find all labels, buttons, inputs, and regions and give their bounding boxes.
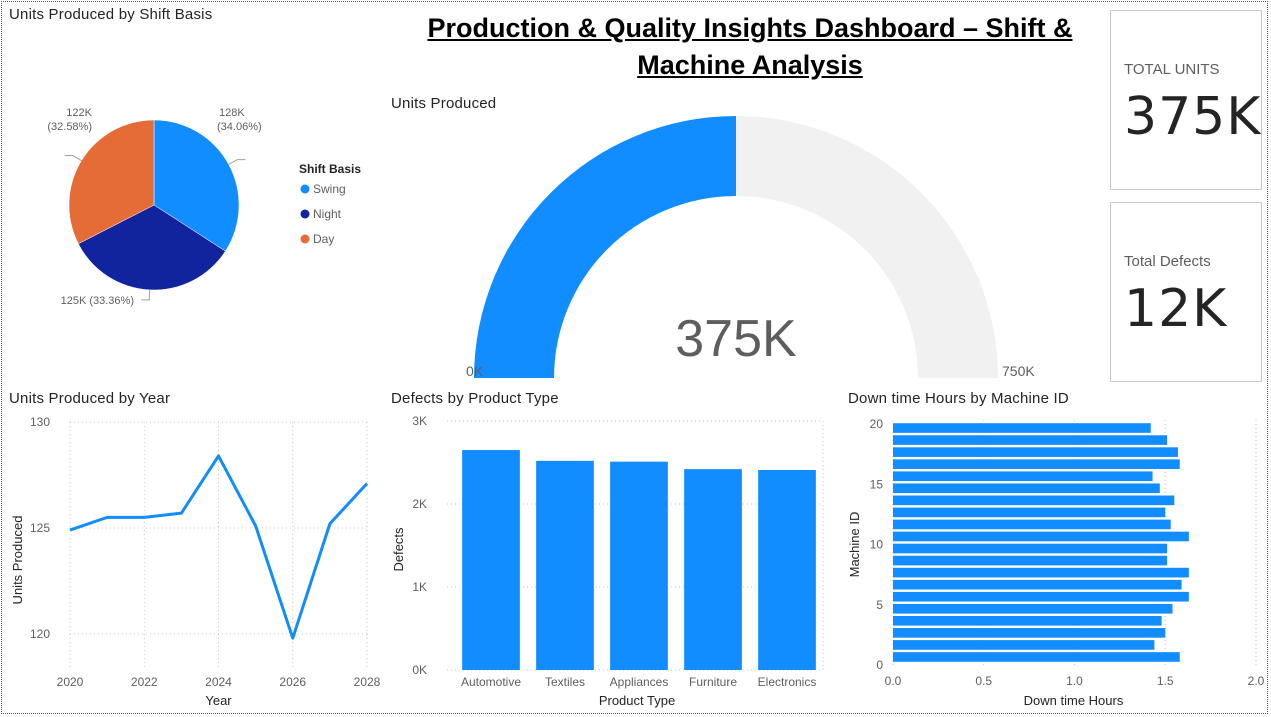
hbar-y-tick-label: 20: [870, 417, 884, 431]
line-y-tick-label: 125: [30, 521, 50, 535]
bar-textiles: [536, 460, 594, 670]
gauge-chart[interactable]: 375K 0K 750K: [440, 110, 1060, 385]
line-chart-title: Units Produced by Year: [9, 390, 171, 407]
hbar-machine-15: [893, 483, 1160, 494]
pie-legend-item-swing: Swing: [313, 182, 346, 196]
line-x-tick-label: 2024: [205, 675, 232, 689]
total-defects-label: Total Defects: [1124, 253, 1211, 270]
total-units-card[interactable]: TOTAL UNITS 375K: [1110, 10, 1262, 190]
hbar-machine-5: [893, 603, 1173, 614]
gauge-min-label: 0K: [466, 363, 484, 379]
pie-leader-line: [64, 154, 82, 162]
hbar-y-tick-label: 5: [876, 598, 883, 612]
bar-y-tick-label: 2K: [412, 497, 427, 511]
hbar-machine-8: [893, 567, 1189, 578]
hbar-machine-14: [893, 495, 1175, 506]
line-y-tick-label: 120: [30, 627, 50, 641]
bar-y-tick-label: 3K: [412, 414, 427, 428]
hbar-x-tick-label: 0.0: [885, 674, 902, 688]
bar-automotive: [462, 450, 520, 670]
hbar-machine-13: [893, 507, 1166, 518]
bar-x-tick-label: Textiles: [545, 675, 585, 689]
line-x-tick-label: 2022: [131, 675, 158, 689]
bar-y-axis-title: Defects: [391, 527, 406, 572]
bar-chart-title: Defects by Product Type: [391, 390, 559, 407]
line-chart[interactable]: 120 125 130 2020 2022 2024 2026 2028 Year Units P…: [0, 408, 385, 713]
bar-chart[interactable]: 0K 1K 2K 3K Automotive Textiles Appliances Furn…: [385, 408, 840, 713]
bar-furniture: [684, 469, 742, 670]
pie-leader-line: [228, 159, 246, 165]
hbar-chart-title: Down time Hours by Machine ID: [848, 390, 1069, 407]
hbar-machine-4: [893, 616, 1162, 626]
hbar-x-tick-label: 2.0: [1248, 674, 1265, 688]
pie-data-label: 128K: [219, 107, 245, 119]
hbar-machine-20: [893, 423, 1151, 433]
total-defects-value: 12K: [1124, 279, 1228, 339]
pie-legend-item-day: Day: [313, 232, 334, 246]
pie-data-label-pct: (34.06%): [217, 121, 262, 133]
line-x-tick-label: 2026: [279, 675, 306, 689]
hbar-x-axis-title: Down time Hours: [1024, 693, 1124, 708]
pie-chart[interactable]: 128K (34.06%) 125K (33.36%) 122K (32.58%) Shi…: [0, 30, 390, 360]
hbar-y-tick-label: 10: [870, 538, 884, 552]
hbar-machine-10: [893, 543, 1168, 554]
hbar-y-tick-label: 15: [870, 477, 884, 491]
line-x-tick-label: 2028: [354, 675, 381, 689]
bar-y-tick-label: 1K: [412, 580, 427, 594]
hbar-machine-6: [893, 591, 1189, 602]
hbar-x-tick-label: 1.0: [1066, 674, 1083, 688]
hbar-y-axis-title: Machine ID: [847, 512, 862, 578]
hbar-machine-11: [893, 531, 1189, 542]
pie-legend-title: Shift Basis: [299, 162, 361, 176]
hbar-machine-19: [893, 435, 1168, 445]
bar-x-tick-label: Automotive: [461, 675, 521, 689]
line-y-tick-label: 130: [30, 415, 50, 429]
pie-data-label-pct: (32.58%): [47, 121, 92, 133]
hbar-machine-18: [893, 447, 1178, 457]
hbar-x-tick-label: 1.5: [1157, 674, 1174, 688]
gauge-value-label: 375K: [675, 310, 797, 368]
pie-leader-line: [141, 289, 151, 301]
hbar-machine-1: [893, 652, 1180, 662]
hbar-machine-3: [893, 628, 1166, 638]
hbar-machine-12: [893, 519, 1171, 530]
total-units-label: TOTAL UNITS: [1124, 61, 1220, 78]
bar-y-tick-label: 0K: [412, 663, 427, 677]
pie-data-label: 125K (33.36%): [61, 295, 134, 307]
hbar-y-tick-label: 0: [876, 658, 883, 672]
bar-electronics: [758, 469, 816, 670]
pie-legend-marker: [300, 209, 310, 219]
hbar-machine-2: [893, 640, 1155, 650]
pie-legend-marker: [300, 234, 310, 244]
pie-chart-title: Units Produced by Shift Basis: [9, 6, 213, 23]
dashboard-title: Production & Quality Insights Dashboard …: [427, 13, 1073, 80]
hbar-chart[interactable]: 0.0 0.5 1.0 1.5 2.0 0 5 10 15 20 Down time Hours Ma…: [840, 408, 1268, 713]
pie-data-label: 122K: [66, 107, 92, 119]
hbar-machine-9: [893, 555, 1168, 566]
hbar-machine-17: [893, 459, 1180, 469]
total-units-value: 375K: [1124, 87, 1262, 147]
bar-x-tick-label: Furniture: [689, 675, 737, 689]
bar-x-tick-label: Electronics: [758, 675, 817, 689]
hbar-machine-7: [893, 579, 1182, 590]
bar-x-axis-title: Product Type: [599, 693, 675, 708]
hbar-x-tick-label: 0.5: [975, 674, 992, 688]
line-y-axis-title: Units Produced: [10, 516, 25, 605]
hbar-machine-16: [893, 471, 1153, 482]
total-defects-card[interactable]: Total Defects 12K: [1110, 202, 1262, 382]
bar-appliances: [610, 461, 668, 670]
line-x-tick-label: 2020: [57, 675, 84, 689]
bar-x-tick-label: Appliances: [610, 675, 669, 689]
pie-legend-marker: [300, 184, 310, 194]
pie-legend-item-night: Night: [313, 207, 342, 221]
gauge-max-label: 750K: [1002, 363, 1035, 379]
line-x-axis-title: Year: [205, 693, 232, 708]
